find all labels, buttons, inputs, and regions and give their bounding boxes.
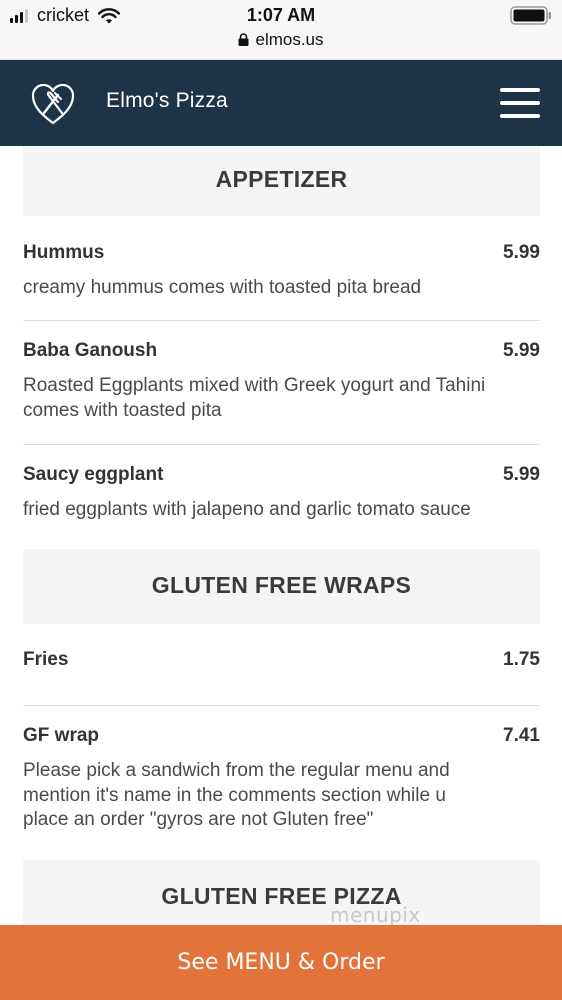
menu-item[interactable]: Fries 1.75 <box>23 624 540 706</box>
item-description: Roasted Eggplants mixed with Greek yogur… <box>23 375 486 421</box>
address-bar[interactable]: elmos.us <box>0 30 562 50</box>
section-header-appetizer: APPETIZER <box>23 146 540 216</box>
watermark: menupix <box>330 903 421 927</box>
fork-knife-icon[interactable] <box>30 80 76 126</box>
item-name: GF wrap <box>23 725 100 746</box>
item-name: Fries <box>23 649 69 670</box>
section-header-gluten-free-wraps: GLUTEN FREE WRAPS <box>23 549 540 624</box>
item-description: creamy hummus comes with toasted pita br… <box>23 277 422 298</box>
section-header-gluten-free-pizza: GLUTEN FREE PIZZA <box>23 860 540 935</box>
item-name: Baba Ganoush <box>23 340 158 361</box>
menu-item[interactable]: Hummus 5.99 creamy hummus comes with toa… <box>23 216 540 321</box>
item-price: 5.99 <box>503 242 540 263</box>
item-price: 5.99 <box>503 464 540 485</box>
item-price: 5.99 <box>503 340 540 361</box>
item-price: 7.41 <box>503 725 540 746</box>
url-text: elmos.us <box>255 30 324 49</box>
brand-name[interactable]: Elmo's Pizza <box>106 89 228 113</box>
lock-icon <box>238 33 249 46</box>
battery-icon <box>510 6 551 25</box>
menu-item[interactable]: Saucy eggplant 5.99 fried eggplants with… <box>23 445 540 549</box>
item-description: Please pick a sandwich from the regular … <box>23 760 450 830</box>
see-menu-order-button[interactable]: See MENU & Order <box>0 925 562 1000</box>
menu-item[interactable]: Baba Ganoush 5.99 Roasted Eggplants mixe… <box>23 321 540 445</box>
hamburger-menu-icon[interactable] <box>500 88 540 118</box>
status-bar: cricket 1:07 AM elmos.us <box>0 0 562 60</box>
site-header: Elmo's Pizza <box>0 60 562 146</box>
item-name: Hummus <box>23 242 105 263</box>
item-price: 1.75 <box>503 649 540 670</box>
menu-content: APPETIZER Hummus 5.99 creamy hummus come… <box>23 146 540 935</box>
item-description: fried eggplants with jalapeno and garlic… <box>23 499 471 520</box>
menu-item[interactable]: GF wrap 7.41 Please pick a sandwich from… <box>23 706 540 860</box>
item-name: Saucy eggplant <box>23 464 164 485</box>
clock: 1:07 AM <box>246 5 316 25</box>
